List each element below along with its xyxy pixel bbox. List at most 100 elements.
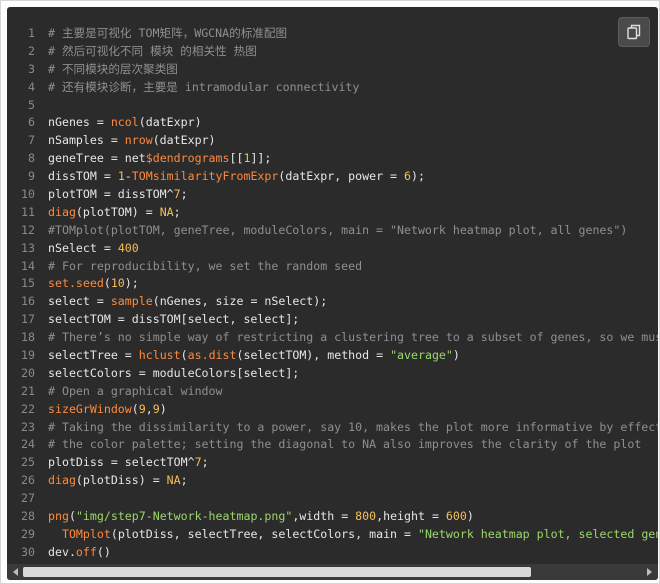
code-token: # For reproducibility, we set the random… bbox=[48, 258, 363, 273]
code-token: 9 bbox=[152, 401, 160, 416]
code-token: () bbox=[96, 544, 111, 559]
code-token: diag bbox=[48, 473, 76, 488]
code-text: plotTOM = dissTOM^7; bbox=[35, 186, 188, 204]
code-line: 14 # For reproducibility, we set the rand… bbox=[7, 258, 658, 276]
code-line: 28 png("img/step7-Network-heatmap.png",wi… bbox=[7, 508, 658, 526]
line-number: 20 bbox=[21, 365, 35, 380]
code-token: select = bbox=[48, 294, 111, 309]
code-token: 800 bbox=[355, 509, 377, 524]
code-token: (plotTOM) = bbox=[75, 204, 160, 219]
code-token: as.dist bbox=[187, 348, 237, 363]
code-text: diag(plotDiss) = NA; bbox=[35, 472, 188, 490]
code-line: 18 # There’s no simple way of restricting… bbox=[7, 329, 658, 347]
code-editor: 1 # 主要是可视化 TOM矩阵，WGCNA的标准配图 2 # 然后可视化不同 模块 … bbox=[7, 7, 658, 580]
code-token: NA bbox=[166, 473, 181, 488]
code-token: 7 bbox=[194, 455, 202, 470]
code-token: ,height = bbox=[376, 509, 446, 524]
code-text: dev.off() bbox=[35, 544, 111, 562]
line-number: 30 bbox=[21, 544, 35, 559]
code-token: ncol bbox=[110, 115, 139, 130]
code-token: # Open a graphical window bbox=[48, 383, 223, 398]
code-token: (selectTOM), method = bbox=[236, 348, 391, 363]
code-token: 1 bbox=[117, 169, 125, 184]
line-number: 9 bbox=[28, 169, 35, 184]
code-token: ; bbox=[180, 473, 188, 488]
code-token: 400 bbox=[117, 240, 139, 255]
code-token: "Network heatmap plot, selected gen bbox=[417, 526, 658, 541]
code-token: ( bbox=[180, 348, 188, 363]
code-token: ,width = bbox=[292, 509, 356, 524]
code-token: selectColors = moduleColors[select]; bbox=[48, 365, 300, 380]
line-number: 23 bbox=[21, 419, 35, 434]
code-line: 17 selectTOM = dissTOM[select, select]; bbox=[7, 311, 658, 329]
code-line: 19 selectTree = hclust(as.dist(selectTOM)… bbox=[7, 347, 658, 365]
code-token: # 然后可视化不同 模块 的相关性 热图 bbox=[48, 43, 257, 58]
code-token: geneTree = net bbox=[48, 151, 146, 166]
code-token: ); bbox=[411, 169, 425, 184]
code-token: # There’s no simple way of restricting a… bbox=[48, 330, 658, 345]
code-line: 16 select = sample(nGenes, size = nSelect… bbox=[7, 293, 658, 311]
code-text: # 主要是可视化 TOM矩阵，WGCNA的标准配图 bbox=[35, 25, 287, 43]
code-token: hclust bbox=[138, 348, 181, 363]
line-number: 29 bbox=[21, 526, 35, 541]
code-token: sample bbox=[110, 294, 153, 309]
line-number: 25 bbox=[21, 455, 35, 470]
code-text: # 不同模块的层次聚类图 bbox=[35, 61, 178, 79]
code-text: selectTree = hclust(as.dist(selectTOM), … bbox=[35, 347, 460, 365]
code-text: geneTree = net$dendrograms[[1]]; bbox=[35, 150, 271, 168]
code-token: off bbox=[75, 544, 97, 559]
code-token: ; bbox=[180, 187, 188, 202]
code-token: ) bbox=[466, 509, 474, 524]
code-token: nSamples = bbox=[48, 133, 125, 148]
code-line: 5 bbox=[7, 97, 658, 115]
code-block-frame: 1 # 主要是可视化 TOM矩阵，WGCNA的标准配图 2 # 然后可视化不同 模块 … bbox=[0, 0, 660, 584]
code-line: 13 nSelect = 400 bbox=[7, 240, 658, 258]
code-text: # the color palette; setting the diagona… bbox=[35, 436, 641, 454]
code-line: 4 # 还有模块诊断，主要是 intramodular connectivity bbox=[7, 79, 658, 97]
line-number: 10 bbox=[21, 187, 35, 202]
code-token: (datExpr) bbox=[152, 133, 216, 148]
line-number: 12 bbox=[21, 222, 35, 237]
code-token: # 主要是可视化 TOM矩阵，WGCNA的标准配图 bbox=[48, 26, 288, 40]
code-line: 10 plotTOM = dissTOM^7; bbox=[7, 186, 658, 204]
code-line: 15 set.seed(10); bbox=[7, 275, 658, 293]
code-line: 23 # Taking the dissimilarity to a power,… bbox=[7, 419, 658, 437]
code-token: ; bbox=[201, 455, 209, 470]
code-line: 25 plotDiss = selectTOM^7; bbox=[7, 454, 658, 472]
code-line: 7 nSamples = nrow(datExpr) bbox=[7, 132, 658, 150]
code-token: TOMplot bbox=[61, 526, 111, 541]
code-text: TOMplot(plotDiss, selectTree, selectColo… bbox=[35, 526, 658, 544]
code-token: dev. bbox=[48, 544, 76, 559]
code-token: 600 bbox=[445, 509, 467, 524]
scroll-left-arrow-icon[interactable] bbox=[13, 568, 18, 576]
code-token: $dendrograms bbox=[145, 151, 230, 166]
scroll-right-arrow-icon[interactable] bbox=[647, 568, 652, 576]
code-token: diag bbox=[48, 204, 76, 219]
code-token: 10 bbox=[110, 276, 125, 291]
code-token: plotDiss = selectTOM^ bbox=[48, 455, 195, 470]
line-number: 14 bbox=[21, 258, 35, 273]
line-number: 15 bbox=[21, 276, 35, 291]
horizontal-scrollbar[interactable] bbox=[7, 564, 658, 580]
line-number: 11 bbox=[21, 204, 35, 219]
code-token: ); bbox=[124, 276, 139, 291]
scrollbar-thumb[interactable] bbox=[23, 567, 531, 577]
code-token: ( bbox=[68, 509, 76, 524]
code-token: 6 bbox=[404, 169, 411, 184]
code-line: 20 selectColors = moduleColors[select]; bbox=[7, 365, 658, 383]
line-number: 17 bbox=[21, 312, 35, 327]
code-token: (plotDiss) = bbox=[75, 473, 167, 488]
code-token: "average" bbox=[390, 348, 453, 363]
code-token: ( bbox=[103, 276, 111, 291]
code-token: "img/step7-Network-heatmap.png" bbox=[75, 509, 293, 524]
code-line: 9 dissTOM = 1-TOMsimilarityFromExpr(datEx… bbox=[7, 168, 658, 186]
code-line: 8 geneTree = net$dendrograms[[1]]; bbox=[7, 150, 658, 168]
line-number: 24 bbox=[21, 437, 35, 452]
code-line: 12 #TOMplot(plotTOM, geneTree, moduleColo… bbox=[7, 222, 658, 240]
code-text: # 还有模块诊断，主要是 intramodular connectivity bbox=[35, 79, 359, 97]
code-text: #TOMplot(plotTOM, geneTree, moduleColors… bbox=[35, 222, 627, 240]
code-line: 11 diag(plotTOM) = NA; bbox=[7, 204, 658, 222]
code-token: #TOMplot(plotTOM, geneTree, moduleColors… bbox=[48, 222, 628, 237]
code-line: 24 # the color palette; setting the diago… bbox=[7, 436, 658, 454]
